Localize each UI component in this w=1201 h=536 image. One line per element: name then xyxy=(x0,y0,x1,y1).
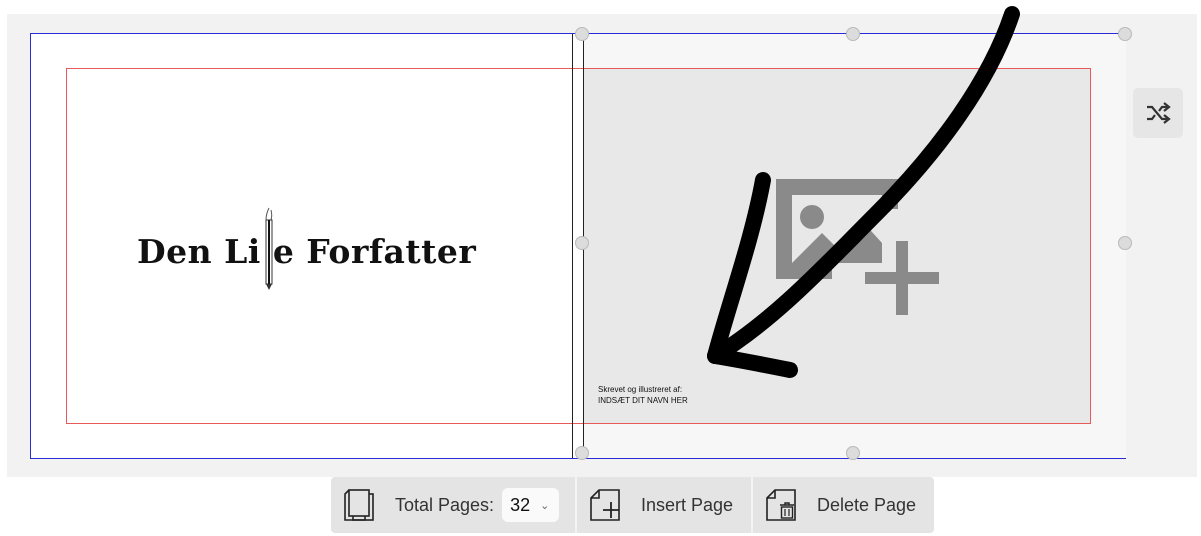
resize-handle-bottom-mid[interactable] xyxy=(846,446,860,460)
insert-page-button[interactable]: Insert Page xyxy=(577,477,753,533)
byline-line-2: INDSÆT DIT NAVN HER xyxy=(598,396,688,405)
chevron-down-icon: ⌄ xyxy=(540,499,550,512)
page-toolbar: Total Pages: 32 ⌄ Insert Page Delete Pag… xyxy=(331,477,934,533)
total-pages-select[interactable]: 32 ⌄ xyxy=(502,488,560,522)
book-title[interactable]: Den Li e Forfatter xyxy=(137,232,476,271)
resize-handle-mid-left[interactable] xyxy=(575,236,589,250)
delete-page-button[interactable]: Delete Page xyxy=(753,477,934,533)
insert-page-icon xyxy=(590,489,620,521)
total-pages-label: Total Pages: xyxy=(395,494,495,515)
delete-page-label: Delete Page xyxy=(817,494,917,515)
total-pages-value: 32 xyxy=(510,494,531,515)
total-pages-control: Total Pages: 32 ⌄ xyxy=(331,477,577,533)
pages-stack-icon xyxy=(344,489,374,521)
resize-handle-top-left[interactable] xyxy=(575,27,589,41)
byline[interactable]: Skrevet og illustreret af: INDSÆT DIT NA… xyxy=(598,384,688,406)
resize-handle-bottom-left[interactable] xyxy=(575,446,589,460)
editor-stage: Den Li e Forfatter Skrevet og illustrere… xyxy=(0,0,1201,536)
byline-line-1: Skrevet og illustreret af: xyxy=(598,385,683,394)
pencil-icon xyxy=(265,207,273,290)
shuffle-button[interactable] xyxy=(1133,88,1183,138)
resize-handle-top-right[interactable] xyxy=(1118,27,1132,41)
insert-page-label: Insert Page xyxy=(641,494,734,515)
resize-handle-mid-right[interactable] xyxy=(1118,236,1132,250)
spine-line-left xyxy=(572,34,573,458)
shuffle-icon xyxy=(1147,102,1171,124)
delete-page-icon xyxy=(766,489,796,521)
image-add-icon[interactable] xyxy=(772,175,942,317)
resize-handle-top-mid[interactable] xyxy=(846,27,860,41)
